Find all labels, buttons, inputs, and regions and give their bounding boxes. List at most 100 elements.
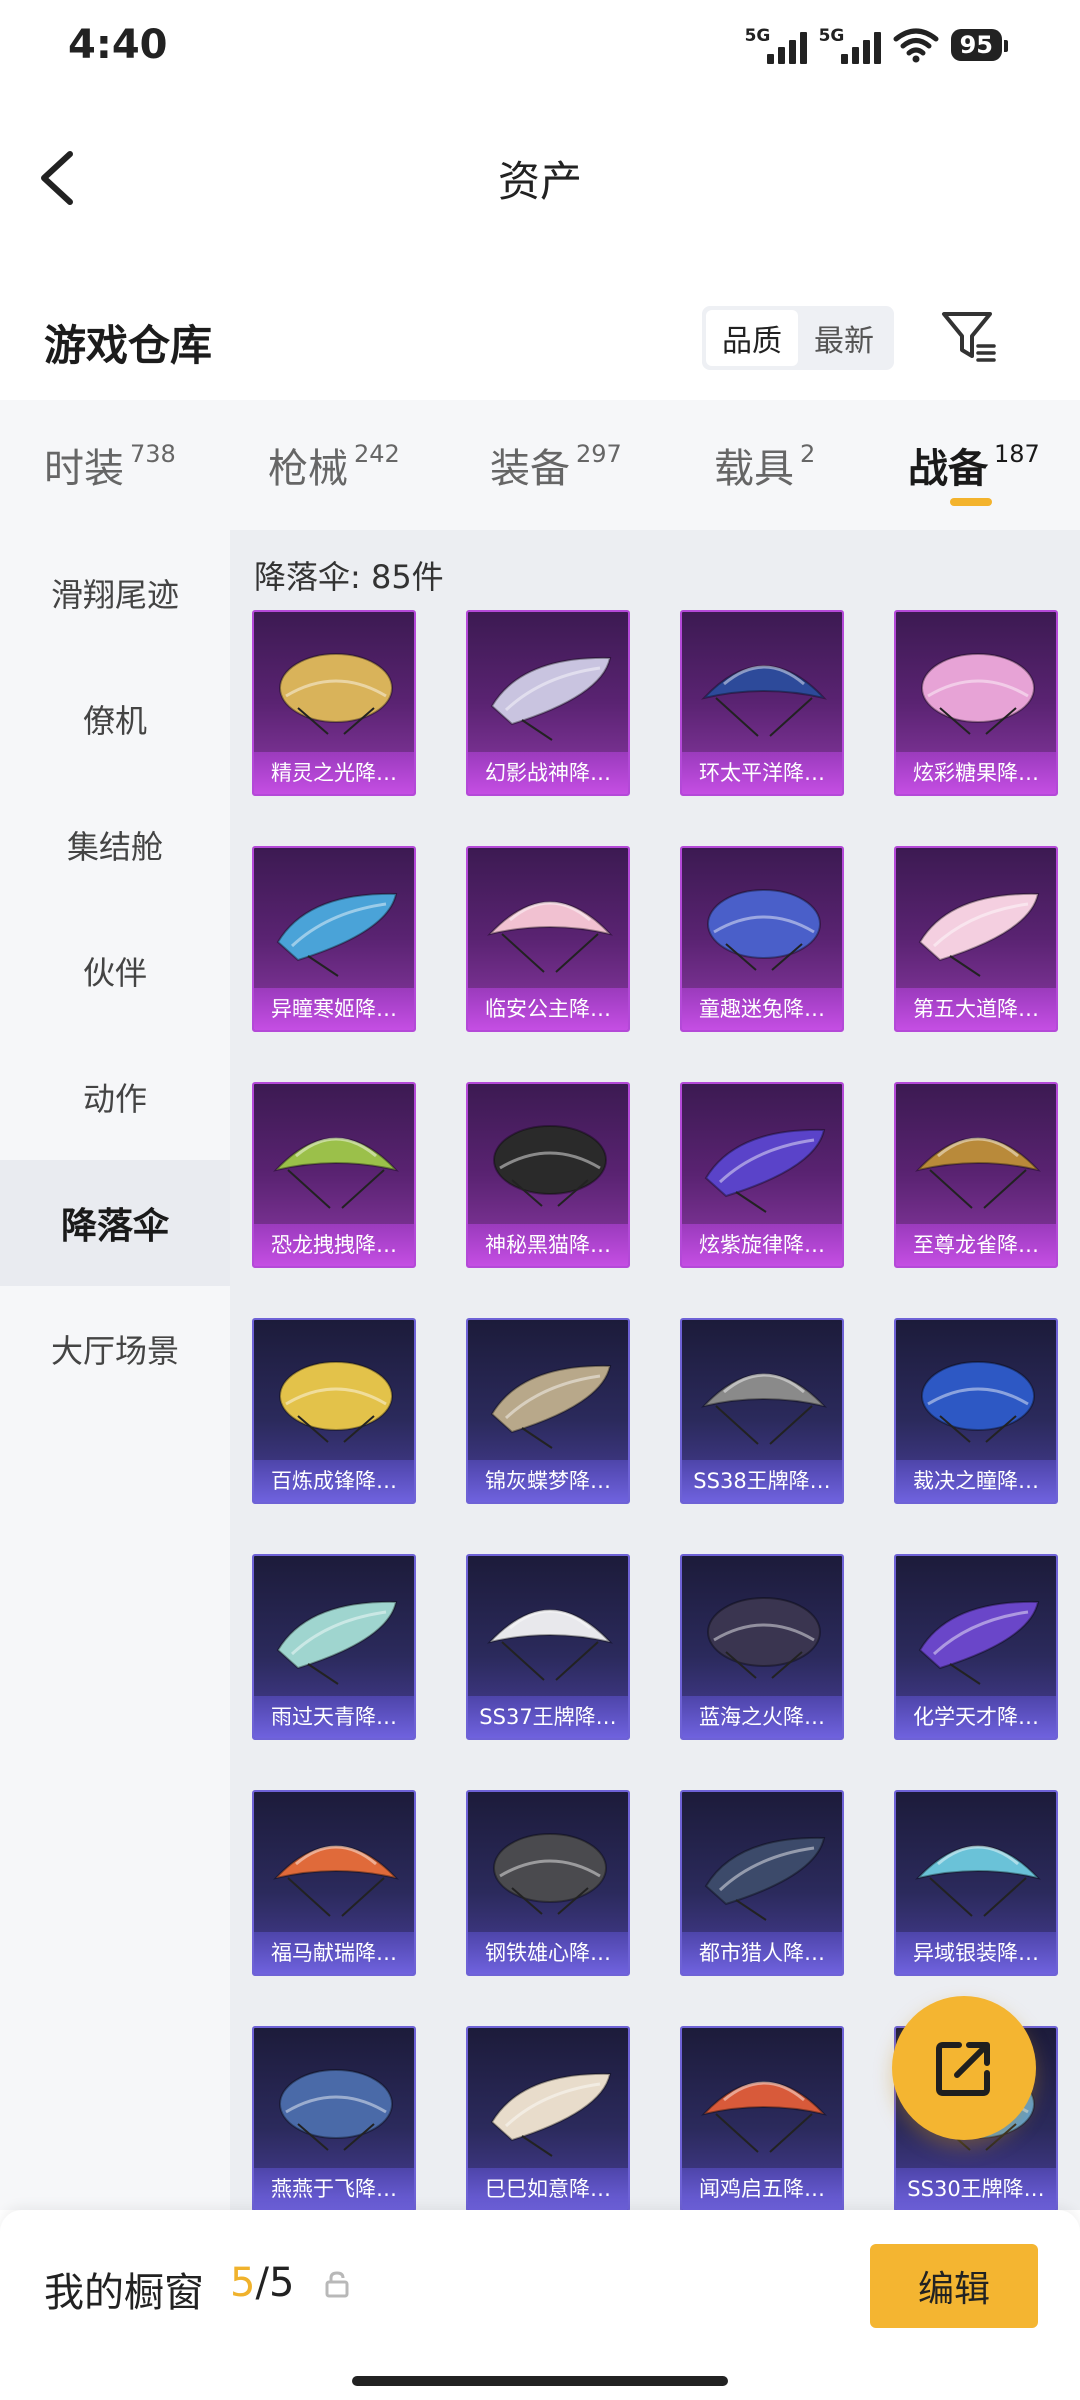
item-card[interactable]: 蓝海之火降… [680, 1554, 844, 1740]
edit-button[interactable]: 编辑 [870, 2244, 1038, 2328]
item-card[interactable]: SS38王牌降… [680, 1318, 844, 1504]
item-card[interactable]: 化学天才降… [894, 1554, 1058, 1740]
item-card[interactable]: 神秘黑猫降… [466, 1082, 630, 1268]
showcase-current: 5 [230, 2260, 256, 2306]
parachute-image [707, 1597, 821, 1679]
showcase-total: 5 [268, 2260, 295, 2306]
tab-label: 装备 [490, 446, 570, 492]
sidebar-item-glide-trail[interactable]: 滑翔尾迹 [0, 530, 230, 656]
home-indicator [352, 2376, 728, 2386]
tab-label: 时装 [44, 446, 124, 492]
sort-option-quality[interactable]: 品质 [706, 310, 798, 366]
item-name: 恐龙拽拽降… [254, 1224, 414, 1266]
tab-count: 187 [994, 440, 1040, 468]
wifi-icon [893, 28, 939, 63]
item-card[interactable]: 裁决之瞳降… [894, 1318, 1058, 1504]
item-card[interactable]: 福马献瑞降… [252, 1790, 416, 1976]
item-card[interactable]: 炫彩糖果降… [894, 610, 1058, 796]
item-card[interactable]: 燕燕于飞降… [252, 2026, 416, 2210]
parachute-image [704, 1128, 826, 1213]
tab-battle-prep[interactable]: 战备 187 [908, 436, 1040, 494]
item-card[interactable]: 锦灰蝶梦降… [466, 1318, 630, 1504]
item-name: 百炼成锋降… [254, 1460, 414, 1502]
item-name: 锦灰蝶梦降… [468, 1460, 628, 1502]
item-card[interactable]: 雨过天青降… [252, 1554, 416, 1740]
item-card[interactable]: 巳巳如意降… [466, 2026, 630, 2210]
parachute-image [701, 2081, 827, 2153]
showcase-bar: 我的橱窗 5/5 编辑 [0, 2210, 1080, 2400]
item-name: 神秘黑猫降… [468, 1224, 628, 1266]
parachute-image [273, 1845, 399, 1917]
sidebar-item-partner[interactable]: 伙伴 [0, 908, 230, 1034]
tab-label: 载具 [714, 446, 794, 492]
signal-label: 5G [744, 26, 771, 46]
parachute-image [921, 653, 1035, 735]
share-icon [936, 2042, 990, 2096]
item-card[interactable]: 精灵之光降… [252, 610, 416, 796]
item-name: 异域银装降… [896, 1932, 1056, 1974]
item-name: 雨过天青降… [254, 1696, 414, 1738]
sidebar-item-lobby-scene[interactable]: 大厅场景 [0, 1286, 230, 1412]
lock-icon [325, 2271, 349, 2298]
warehouse-title: 游戏仓库 [44, 321, 213, 370]
sort-toggle: 品质 最新 [702, 306, 894, 370]
item-card[interactable]: 都市猎人降… [680, 1790, 844, 1976]
sidebar-item-emote[interactable]: 动作 [0, 1034, 230, 1160]
signal-label: 5G [818, 26, 845, 46]
tab-guns[interactable]: 枪械 242 [268, 436, 400, 494]
sidebar-item-parachute[interactable]: 降落伞 [0, 1160, 230, 1286]
item-card[interactable]: 闻鸡启五降… [680, 2026, 844, 2210]
parachute-image [493, 1125, 607, 1207]
active-tab-indicator [950, 498, 992, 506]
item-count: 降落伞: 85件 [254, 558, 444, 596]
parachute-image [279, 653, 393, 735]
item-name: 精灵之光降… [254, 752, 414, 794]
share-button[interactable] [892, 1996, 1036, 2140]
item-card[interactable]: 炫紫旋律降… [680, 1082, 844, 1268]
sort-option-newest[interactable]: 最新 [798, 310, 890, 366]
item-card[interactable]: 百炼成锋降… [252, 1318, 416, 1504]
item-card[interactable]: 恐龙拽拽降… [252, 1082, 416, 1268]
parachute-image [704, 1836, 826, 1921]
status-time: 4:40 [68, 22, 168, 68]
item-card[interactable]: 异瞳寒姬降… [252, 846, 416, 1032]
sidebar-item-rally-pod[interactable]: 集结舱 [0, 782, 230, 908]
item-card[interactable]: 第五大道降… [894, 846, 1058, 1032]
item-name: 临安公主降… [468, 988, 628, 1030]
item-name: SS30王牌降… [896, 2168, 1056, 2210]
tab-equipment[interactable]: 装备 297 [490, 436, 622, 494]
item-name: 福马献瑞降… [254, 1932, 414, 1974]
parachute-image [921, 1361, 1035, 1443]
item-card[interactable]: 童趣迷兔降… [680, 846, 844, 1032]
item-card[interactable]: 钢铁雄心降… [466, 1790, 630, 1976]
status-bar: 4:40 5G 5G 95 [0, 0, 1080, 100]
parachute-image [701, 1373, 827, 1445]
signal-icon: 5G [745, 26, 807, 64]
sidebar: 滑翔尾迹 僚机 集结舱 伙伴 动作 降落伞 大厅场景 [0, 530, 230, 2210]
tab-label: 战备 [908, 446, 988, 492]
item-card[interactable]: 临安公主降… [466, 846, 630, 1032]
item-name: 至尊龙雀降… [896, 1224, 1056, 1266]
parachute-image [487, 1609, 613, 1681]
tab-fashion[interactable]: 时装 738 [44, 436, 176, 494]
showcase-separator: / [255, 2260, 269, 2306]
item-card[interactable]: 至尊龙雀降… [894, 1082, 1058, 1268]
status-icons: 5G 5G 95 [745, 26, 1009, 64]
sidebar-item-wingman[interactable]: 僚机 [0, 656, 230, 782]
filter-icon[interactable] [940, 308, 998, 364]
tab-vehicles[interactable]: 载具 2 [714, 436, 815, 494]
item-name: SS37王牌降… [468, 1696, 628, 1738]
parachute-image [915, 1845, 1041, 1917]
parachute-image [490, 1364, 612, 1449]
item-card[interactable]: 异域银装降… [894, 1790, 1058, 1976]
item-name: 化学天才降… [896, 1696, 1056, 1738]
parachute-image [915, 1137, 1041, 1209]
parachute-image [279, 2069, 393, 2151]
item-name: 炫紫旋律降… [682, 1224, 842, 1266]
item-name: 蓝海之火降… [682, 1696, 842, 1738]
category-tabs: 时装 738 枪械 242 装备 297 载具 2 战备 187 [0, 400, 1080, 530]
item-card[interactable]: 环太平洋降… [680, 610, 844, 796]
item-card[interactable]: SS37王牌降… [466, 1554, 630, 1740]
item-card[interactable]: 幻影战神降… [466, 610, 630, 796]
item-name: 钢铁雄心降… [468, 1932, 628, 1974]
